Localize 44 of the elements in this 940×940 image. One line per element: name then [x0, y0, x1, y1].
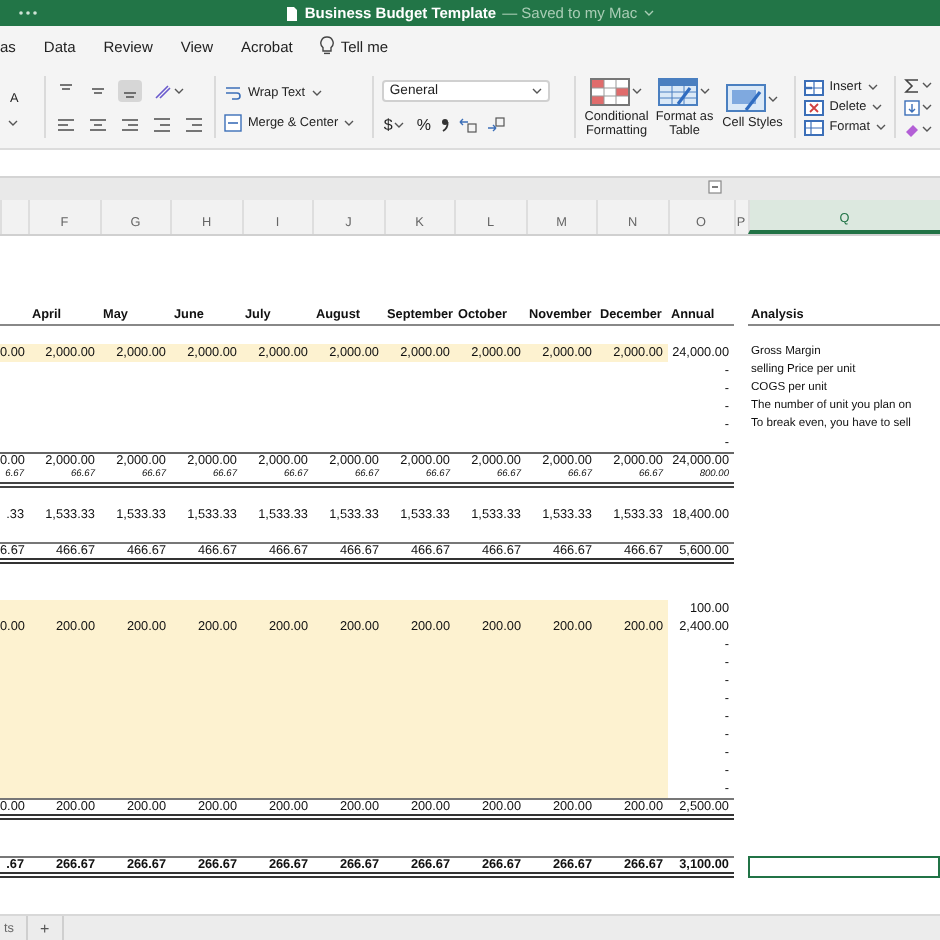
indent-icon[interactable]	[151, 115, 172, 133]
caret-icon	[311, 89, 322, 95]
chevron-icon[interactable]	[643, 10, 654, 16]
currency-button[interactable]: $	[381, 113, 407, 135]
format-cells-icon	[803, 119, 824, 135]
delete-cells-icon	[803, 99, 824, 115]
increase-decimal-icon[interactable]	[458, 115, 479, 133]
lightbulb-icon	[320, 36, 335, 56]
caret-icon	[922, 104, 933, 110]
collapse-icon[interactable]	[708, 180, 722, 194]
caret-icon	[872, 104, 883, 110]
percent-button[interactable]: %	[414, 113, 433, 135]
caret-icon	[344, 119, 355, 125]
document-icon	[286, 5, 299, 21]
align-icon[interactable]	[87, 115, 108, 133]
cell-styles-icon	[726, 84, 767, 112]
caret-icon	[8, 119, 18, 125]
caret-icon	[922, 126, 933, 132]
caret-icon	[867, 84, 878, 90]
caret-icon	[922, 82, 933, 88]
align-icon[interactable]	[55, 115, 76, 133]
comma-style-icon[interactable]	[440, 116, 451, 132]
selected-cell[interactable]	[747, 856, 940, 878]
table-format-icon	[658, 77, 699, 105]
insert-cells-icon	[803, 79, 824, 95]
conditional-formatting-icon	[590, 77, 631, 105]
eraser-icon[interactable]	[904, 121, 921, 137]
caret-icon	[768, 95, 779, 101]
align-icon[interactable]	[119, 115, 140, 133]
caret-icon	[876, 124, 887, 130]
caret-icon	[394, 121, 405, 127]
caret-icon	[700, 88, 711, 94]
decrease-decimal-icon[interactable]	[486, 115, 507, 133]
caret-icon	[531, 87, 542, 93]
caret-icon	[632, 88, 643, 94]
fill-down-icon[interactable]	[904, 99, 921, 115]
sum-icon[interactable]	[904, 77, 921, 93]
add-sheet-button[interactable]: +	[27, 916, 64, 940]
merge-cells-icon	[223, 113, 242, 131]
caret-icon	[173, 87, 184, 93]
indent-icon[interactable]	[183, 115, 204, 133]
wrap-text-icon	[223, 83, 242, 101]
orientation-icon	[151, 81, 172, 99]
more-icon[interactable]	[18, 10, 38, 16]
